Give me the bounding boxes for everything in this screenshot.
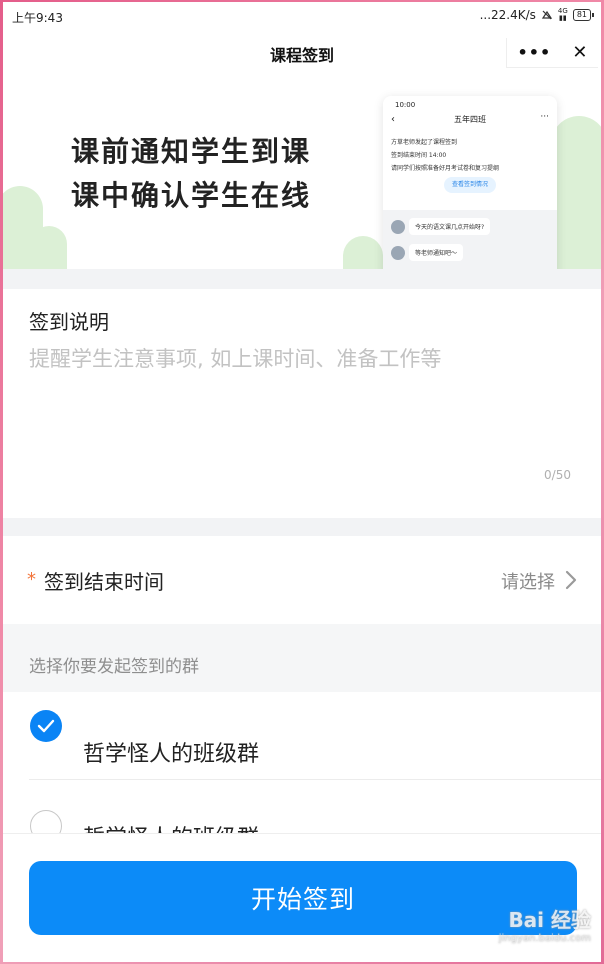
bottom-action-bar: 开始签到 Bai 经验 jingyan.baidu.com <box>3 833 601 962</box>
group-section-header: 选择你要发起签到的群 <box>3 624 601 692</box>
end-time-label: 签到结束时间 <box>44 570 164 594</box>
back-arrow-icon: ‹ <box>391 114 395 125</box>
status-bar: 上午9:43 ...22.4K/s 4G ▮▮ 81 <box>3 2 601 30</box>
description-label: 签到说明 <box>29 310 109 334</box>
mock-status: 10:00 <box>395 101 416 109</box>
end-time-value[interactable]: 请选择 <box>501 568 555 594</box>
mock-chat-text: 今天的语文课几点开始呀? <box>409 218 491 235</box>
banner-slogan: 课前通知学生到课 课中确认学生在线 <box>71 130 311 218</box>
list-item[interactable]: 哲学怪人的班级群 <box>3 692 601 780</box>
battery-icon: 81 <box>572 9 595 21</box>
mock-chat-text: 等老师通知吧～ <box>409 244 464 261</box>
mini-program-capsule: ••• ✕ <box>506 38 598 68</box>
mock-chat-message: 等老师通知吧～ <box>391 244 464 261</box>
avatar <box>391 245 405 260</box>
end-time-row[interactable]: * 签到结束时间 请选择 <box>3 536 601 624</box>
title-bar: 课程签到 ••• ✕ <box>3 30 601 76</box>
slogan-line-2: 课中确认学生在线 <box>71 179 312 212</box>
description-input[interactable] <box>29 343 579 443</box>
required-mark: * <box>27 569 36 590</box>
checked-icon[interactable] <box>30 710 62 742</box>
mock-card-line-1: 签到结束时间 14:00 <box>391 152 447 159</box>
signal-icon: 4G ▮▮ <box>557 7 568 22</box>
more-dots-icon[interactable]: ••• <box>518 43 552 62</box>
group-select-hint: 选择你要发起签到的群 <box>29 657 199 677</box>
plant-decoration-left-2 <box>31 226 67 269</box>
status-time: 上午9:43 <box>12 11 63 25</box>
mock-signin-card: 方草老师发起了课程签到 签到结束时间 14:00 请同学们按照准备好月考试卷和复… <box>389 134 551 208</box>
plant-decoration-right <box>551 116 601 269</box>
section-divider <box>3 518 601 536</box>
character-counter: 0/50 <box>544 468 571 482</box>
mock-card-button: 查看签到情况 <box>444 177 496 193</box>
watermark-url: jingyan.baidu.com <box>498 933 591 944</box>
watermark: Bai 经验 jingyan.baidu.com <box>499 904 591 944</box>
mock-phone-illustration: 10:00 ‹ 五年四班 ··· 方草老师发起了课程签到 签到结束时间 14:0… <box>383 96 557 269</box>
app-frame: 上午9:43 ...22.4K/s 4G ▮▮ 81 课程签到 ••• ✕ 课前通… <box>3 2 601 962</box>
mock-title-bar: ‹ 五年四班 ··· <box>383 112 557 130</box>
avatar <box>391 219 405 234</box>
signal-text: 4G <box>557 7 568 15</box>
network-speed: ...22.4K/s <box>479 8 536 22</box>
slogan-line-1: 课前通知学生到课 <box>71 135 312 168</box>
feature-banner: 课前通知学生到课 课中确认学生在线 10:00 ‹ 五年四班 ··· 方草老师发… <box>3 76 601 269</box>
start-signin-button[interactable]: 开始签到 <box>29 861 577 935</box>
group-name: 哲学怪人的班级群 <box>83 742 260 767</box>
more-dots-icon: ··· <box>540 112 549 122</box>
watermark-brand: Bai 经验 <box>508 908 591 932</box>
close-icon[interactable]: ✕ <box>572 42 587 63</box>
plant-decoration-right-2 <box>343 236 383 269</box>
section-divider <box>3 269 601 289</box>
mock-chat-area: 今天的语文课几点开始呀? 等老师通知吧～ <box>383 210 557 269</box>
mock-chat-message: 今天的语文课几点开始呀? <box>391 218 491 235</box>
mock-title: 五年四班 <box>454 115 486 124</box>
list-divider <box>29 779 601 780</box>
status-right: ...22.4K/s 4G ▮▮ 81 <box>479 7 595 22</box>
mock-card-title: 方草老师发起了课程签到 <box>391 139 458 146</box>
mute-icon <box>541 10 553 20</box>
chevron-right-icon <box>565 570 577 590</box>
mock-card-line-2: 请同学们按照准备好月考试卷和复习提纲 <box>391 165 500 172</box>
